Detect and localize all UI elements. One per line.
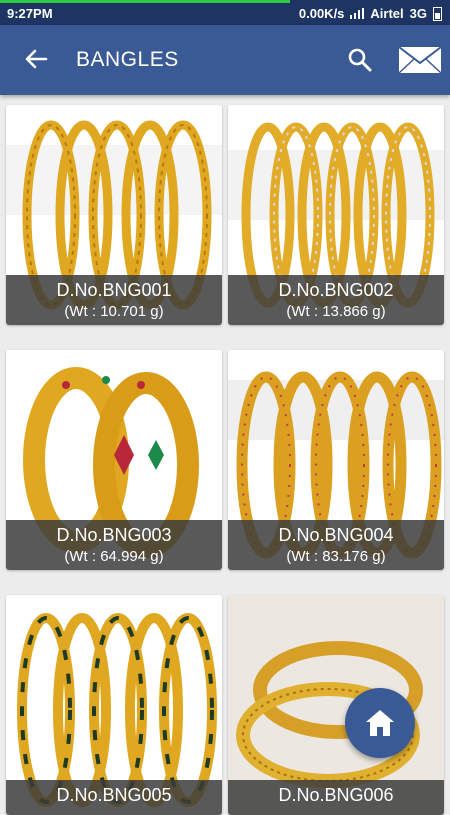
envelope-icon[interactable] [396, 44, 444, 76]
product-code: D.No.BNG006 [278, 785, 394, 805]
product-card[interactable]: D.No.BNG005 [6, 595, 222, 815]
home-icon [366, 710, 394, 736]
product-card[interactable]: D.No.BNG003 (Wt : 64.994 g) [6, 350, 222, 570]
product-caption: D.No.BNG004 (Wt : 83.176 g) [228, 520, 444, 570]
product-caption: D.No.BNG001 (Wt : 10.701 g) [6, 275, 222, 325]
product-caption: D.No.BNG003 (Wt : 64.994 g) [6, 520, 222, 570]
search-icon[interactable] [344, 44, 376, 76]
app-bar: BANGLES [0, 25, 450, 95]
network-type: 3G [409, 6, 427, 21]
product-card[interactable]: D.No.BNG006 [228, 595, 444, 815]
page-title: BANGLES [76, 48, 179, 71]
product-code: D.No.BNG005 [56, 785, 172, 805]
battery-icon [433, 6, 442, 21]
load-progress [0, 0, 290, 3]
product-card[interactable]: D.No.BNG001 (Wt : 10.701 g) [6, 105, 222, 325]
signal-icon [350, 8, 365, 19]
product-weight: (Wt : 83.176 g) [286, 548, 386, 565]
product-caption: D.No.BNG005 [6, 780, 222, 815]
carrier-name: Airtel [370, 6, 404, 21]
network-speed: 0.00K/s [298, 6, 345, 21]
product-weight: (Wt : 13.866 g) [286, 303, 386, 320]
product-weight: (Wt : 10.701 g) [64, 303, 164, 320]
product-weight: (Wt : 64.994 g) [64, 548, 164, 565]
product-code: D.No.BNG002 [278, 280, 394, 300]
arrow-left-icon[interactable] [20, 43, 52, 75]
product-card[interactable]: D.No.BNG004 (Wt : 83.176 g) [228, 350, 444, 570]
product-card[interactable]: D.No.BNG002 (Wt : 13.866 g) [228, 105, 444, 325]
status-bar: 9:27PM 0.00K/s Airtel 3G [0, 0, 450, 25]
product-caption: D.No.BNG006 [228, 780, 444, 815]
product-code: D.No.BNG001 [56, 280, 172, 300]
home-button[interactable] [345, 688, 415, 758]
status-time: 9:27PM [7, 6, 53, 21]
product-caption: D.No.BNG002 (Wt : 13.866 g) [228, 275, 444, 325]
product-code: D.No.BNG004 [278, 525, 394, 545]
product-code: D.No.BNG003 [56, 525, 172, 545]
